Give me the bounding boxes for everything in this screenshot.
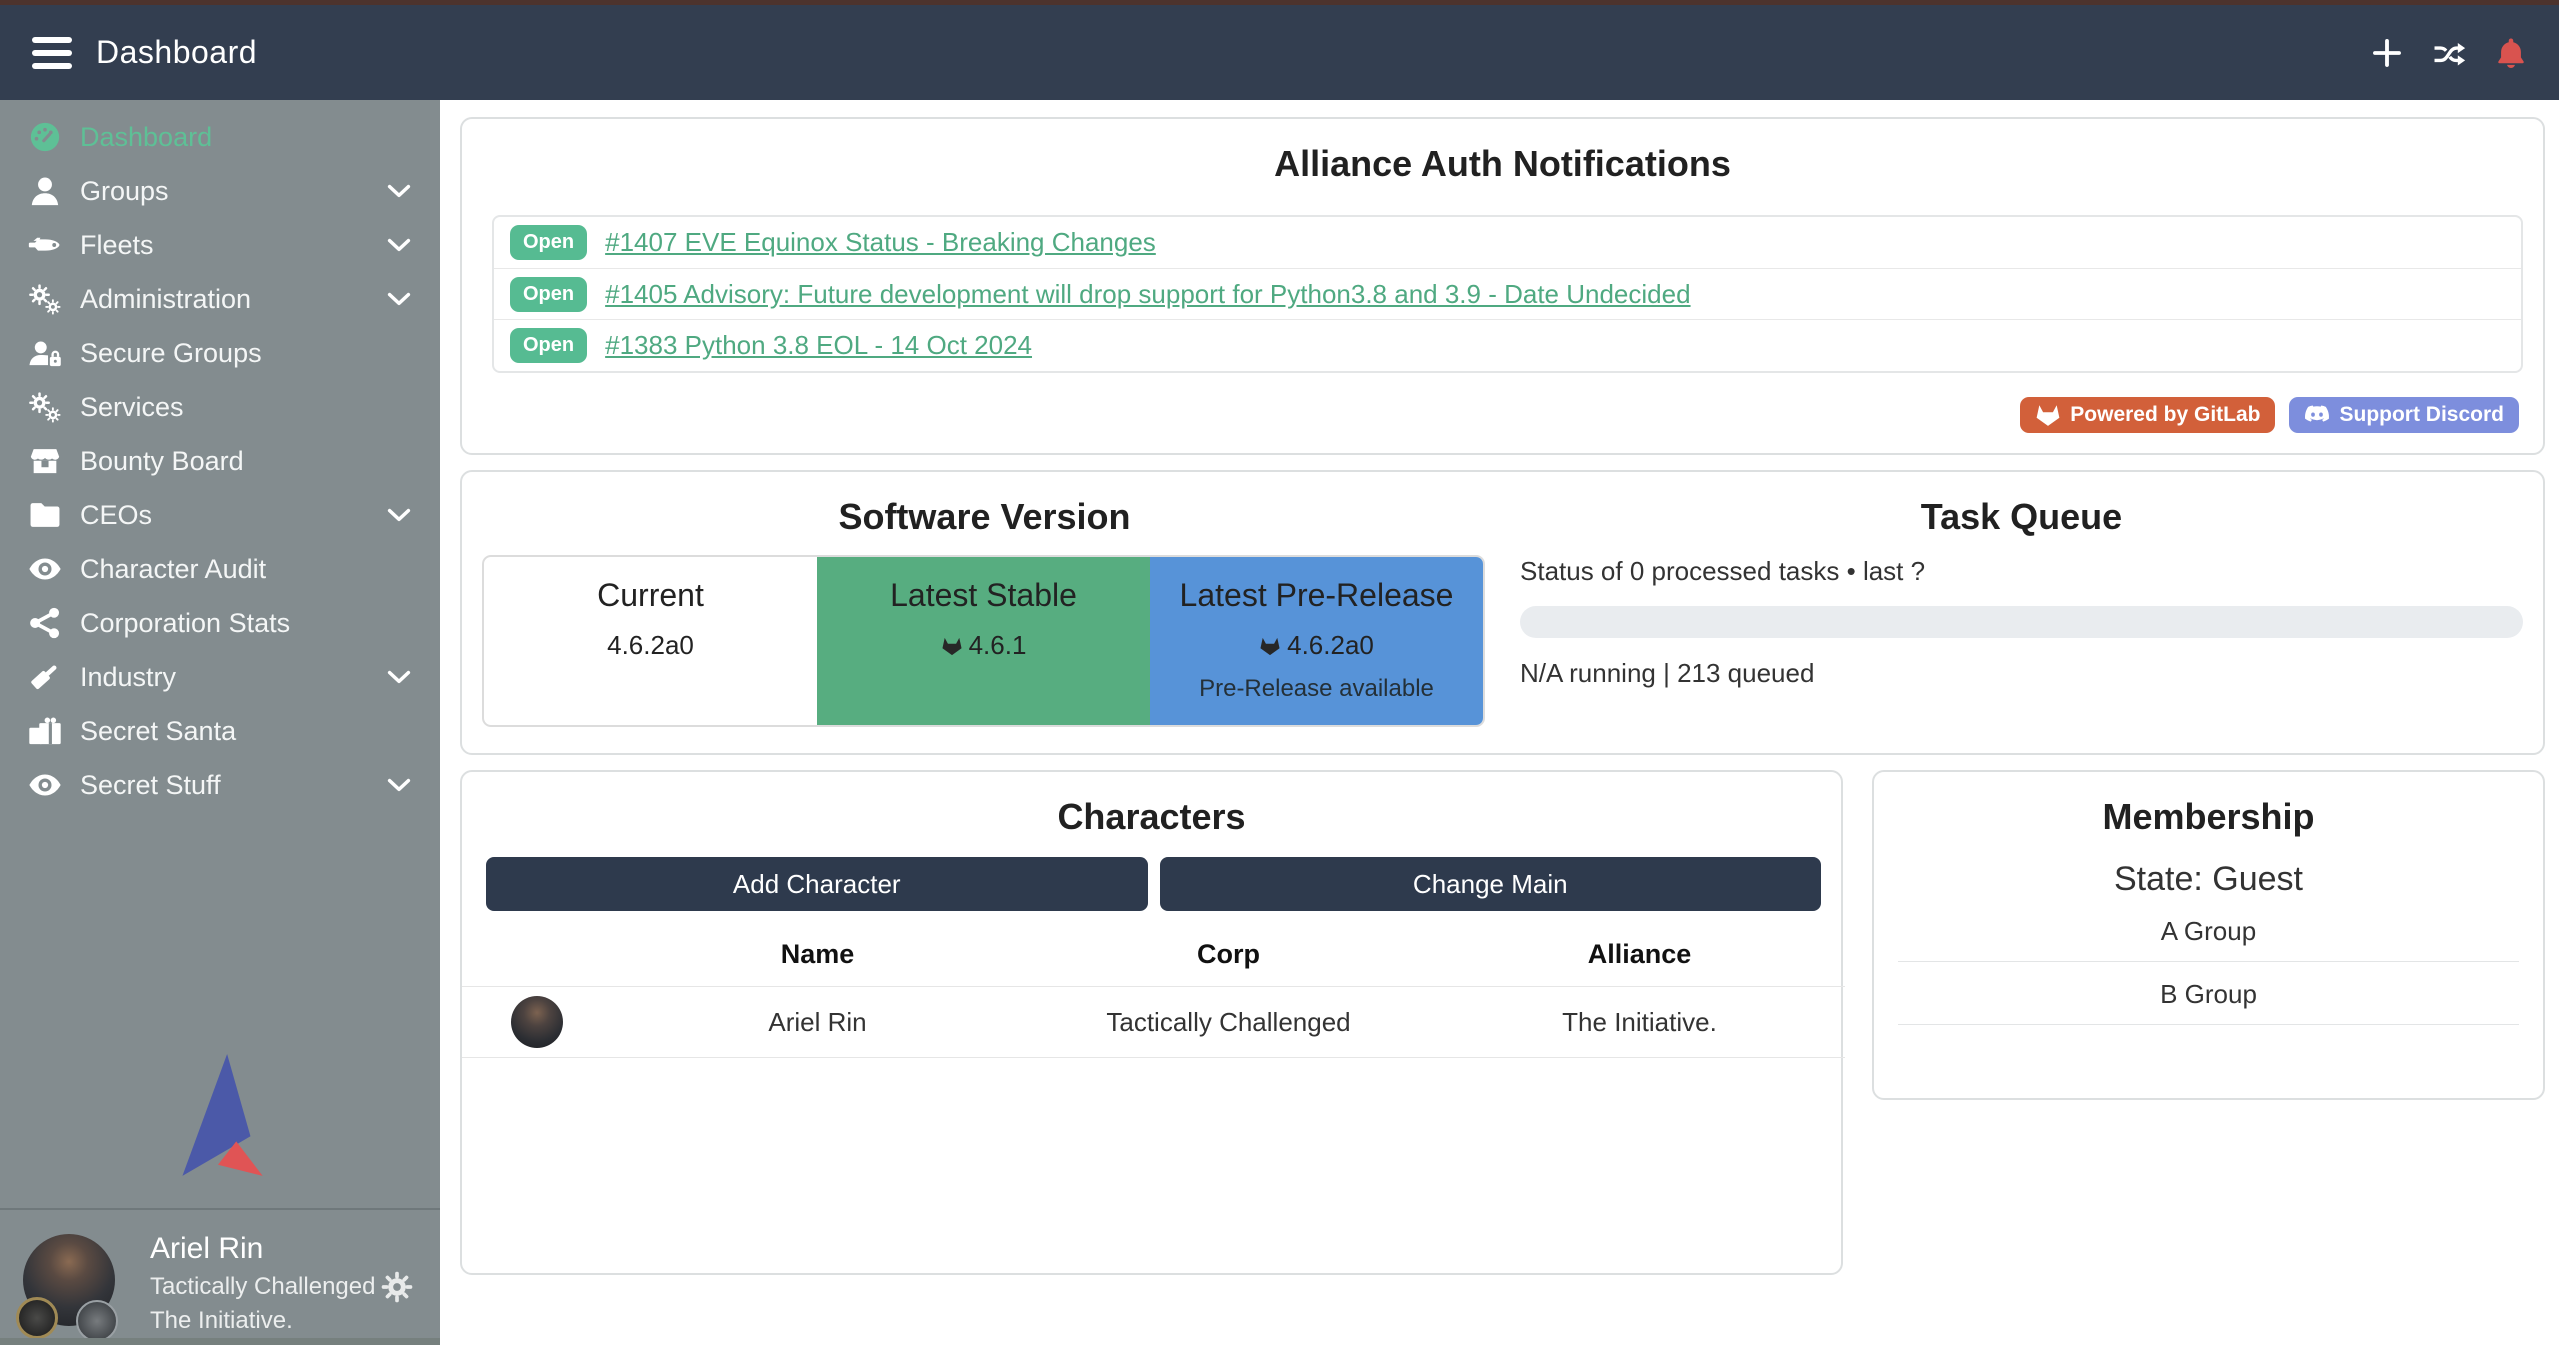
share-icon [22, 606, 68, 640]
table-row: Ariel Rin Tactically Challenged The Init… [462, 986, 1845, 1058]
character-name-cell: Ariel Rin [612, 1007, 1023, 1038]
list-item: B Group [1874, 962, 2543, 1024]
user-corp: Tactically Challenged [150, 1273, 375, 1301]
list-item: A Group [1874, 899, 2543, 961]
change-main-shuffle-icon[interactable] [2431, 35, 2467, 71]
gears-icon [22, 282, 68, 316]
notification-link[interactable]: #1407 EVE Equinox Status - Breaking Chan… [605, 227, 1156, 258]
membership-title: Membership [1874, 796, 2543, 838]
user-alliance: The Initiative. [150, 1307, 375, 1335]
notifications-list: Open #1407 EVE Equinox Status - Breaking… [492, 215, 2523, 373]
chevron-down-icon [384, 662, 414, 692]
notification-row: Open #1407 EVE Equinox Status - Breaking… [494, 217, 2521, 268]
sidebar-item-dashboard[interactable]: Dashboard [0, 110, 440, 164]
chevron-down-icon [384, 770, 414, 800]
alliance-logo-badge [76, 1300, 118, 1342]
powered-by-gitlab-badge[interactable]: Powered by GitLab [2020, 397, 2275, 433]
add-character-button[interactable]: Add Character [486, 857, 1148, 911]
user-lock-icon [22, 336, 68, 370]
notifications-bell-icon[interactable] [2493, 35, 2529, 71]
version-latest-stable-column: Latest Stable 4.6.1 [817, 557, 1150, 725]
column-header-corp: Corp [1023, 939, 1434, 970]
status-badge: Open [510, 328, 587, 363]
chevron-down-icon [384, 176, 414, 206]
corp-logo-badge [16, 1297, 58, 1339]
characters-table-header: Name Corp Alliance [462, 922, 1845, 986]
add-character-icon[interactable] [2369, 35, 2405, 71]
notification-link[interactable]: #1405 Advisory: Future development will … [605, 279, 1690, 310]
status-badge: Open [510, 277, 587, 312]
gifts-icon [22, 714, 68, 748]
chevron-down-icon [384, 230, 414, 260]
version-latest-prerelease-column: Latest Pre-Release 4.6.2a0 Pre-Release a… [1150, 557, 1483, 725]
character-corp-cell: Tactically Challenged [1023, 1007, 1434, 1038]
prerelease-note: Pre-Release available [1150, 675, 1483, 703]
page-title: Dashboard [96, 34, 257, 71]
membership-state: State: Guest [1874, 860, 2543, 899]
store-icon [22, 444, 68, 478]
sidebar-item-services[interactable]: Services [0, 380, 440, 434]
sidebar: Dashboard Groups Fleets Administration S… [0, 100, 440, 1345]
sidebar-item-bounty-board[interactable]: Bounty Board [0, 434, 440, 488]
sidebar-item-industry[interactable]: Industry [0, 650, 440, 704]
notification-link[interactable]: #1383 Python 3.8 EOL - 14 Oct 2024 [605, 330, 1032, 361]
user-settings-gear-icon[interactable] [380, 1270, 414, 1304]
alliance-auth-logo [0, 1050, 440, 1182]
eye-icon [22, 552, 68, 586]
gears-icon [22, 390, 68, 424]
sidebar-item-secret-stuff[interactable]: Secret Stuff [0, 758, 440, 812]
task-queue-title: Task Queue [1520, 496, 2523, 538]
membership-panel: Membership State: Guest A Group B Group [1872, 770, 2545, 1100]
menu-toggle-icon[interactable] [32, 37, 72, 69]
divider [1898, 1024, 2519, 1025]
change-main-button[interactable]: Change Main [1160, 857, 1822, 911]
hammer-icon [22, 660, 68, 694]
discord-icon [2304, 403, 2330, 427]
gitlab-tanuki-icon [2035, 403, 2061, 427]
user-name: Ariel Rin [150, 1232, 375, 1266]
space-shuttle-icon [22, 228, 68, 262]
sidebar-item-administration[interactable]: Administration [0, 272, 440, 326]
version-box: Current 4.6.2a0 Latest Stable 4.6.1 Late… [482, 555, 1485, 727]
sidebar-item-ceos[interactable]: CEOs [0, 488, 440, 542]
version-current-column: Current 4.6.2a0 [484, 557, 817, 725]
sidebar-item-secret-santa[interactable]: Secret Santa [0, 704, 440, 758]
sidebar-item-groups[interactable]: Groups [0, 164, 440, 218]
software-version-title: Software Version [462, 496, 1507, 538]
notifications-title: Alliance Auth Notifications [462, 143, 2543, 185]
notifications-panel: Alliance Auth Notifications Open #1407 E… [460, 117, 2545, 455]
eye-icon [22, 768, 68, 802]
user-icon [22, 174, 68, 208]
sidebar-item-secure-groups[interactable]: Secure Groups [0, 326, 440, 380]
characters-title: Characters [462, 796, 1841, 838]
characters-panel: Characters Add Character Change Main Nam… [460, 770, 1843, 1275]
column-header-name: Name [612, 939, 1023, 970]
task-queue-status-line: Status of 0 processed tasks • last ? [1520, 556, 1925, 587]
character-alliance-cell: The Initiative. [1434, 1007, 1845, 1038]
notification-row: Open #1405 Advisory: Future development … [494, 268, 2521, 319]
task-queue-queue-line: N/A running | 213 queued [1520, 658, 1814, 689]
character-portrait [511, 996, 563, 1048]
characters-table: Name Corp Alliance Ariel Rin Tactically … [462, 922, 1845, 1058]
main-content: Alliance Auth Notifications Open #1407 E… [440, 100, 2559, 1345]
task-queue-progress-bar [1520, 606, 2523, 638]
user-panel: Ariel Rin Tactically Challenged The Init… [0, 1210, 440, 1345]
status-badge: Open [510, 225, 587, 260]
sidebar-item-fleets[interactable]: Fleets [0, 218, 440, 272]
sidebar-bottom-strip [0, 1338, 440, 1345]
dashboard-gauge-icon [22, 120, 68, 154]
support-discord-badge[interactable]: Support Discord [2289, 397, 2519, 433]
sidebar-item-character-audit[interactable]: Character Audit [0, 542, 440, 596]
gitlab-tanuki-icon [941, 636, 963, 656]
column-header-alliance: Alliance [1434, 939, 1845, 970]
chevron-down-icon [384, 284, 414, 314]
software-version-task-queue-panel: Software Version Task Queue Current 4.6.… [460, 470, 2545, 755]
gitlab-tanuki-icon [1259, 636, 1281, 656]
sidebar-item-corporation-stats[interactable]: Corporation Stats [0, 596, 440, 650]
folder-icon [22, 498, 68, 532]
top-navbar: Dashboard [0, 0, 2559, 100]
notification-row: Open #1383 Python 3.8 EOL - 14 Oct 2024 [494, 319, 2521, 370]
chevron-down-icon [384, 500, 414, 530]
